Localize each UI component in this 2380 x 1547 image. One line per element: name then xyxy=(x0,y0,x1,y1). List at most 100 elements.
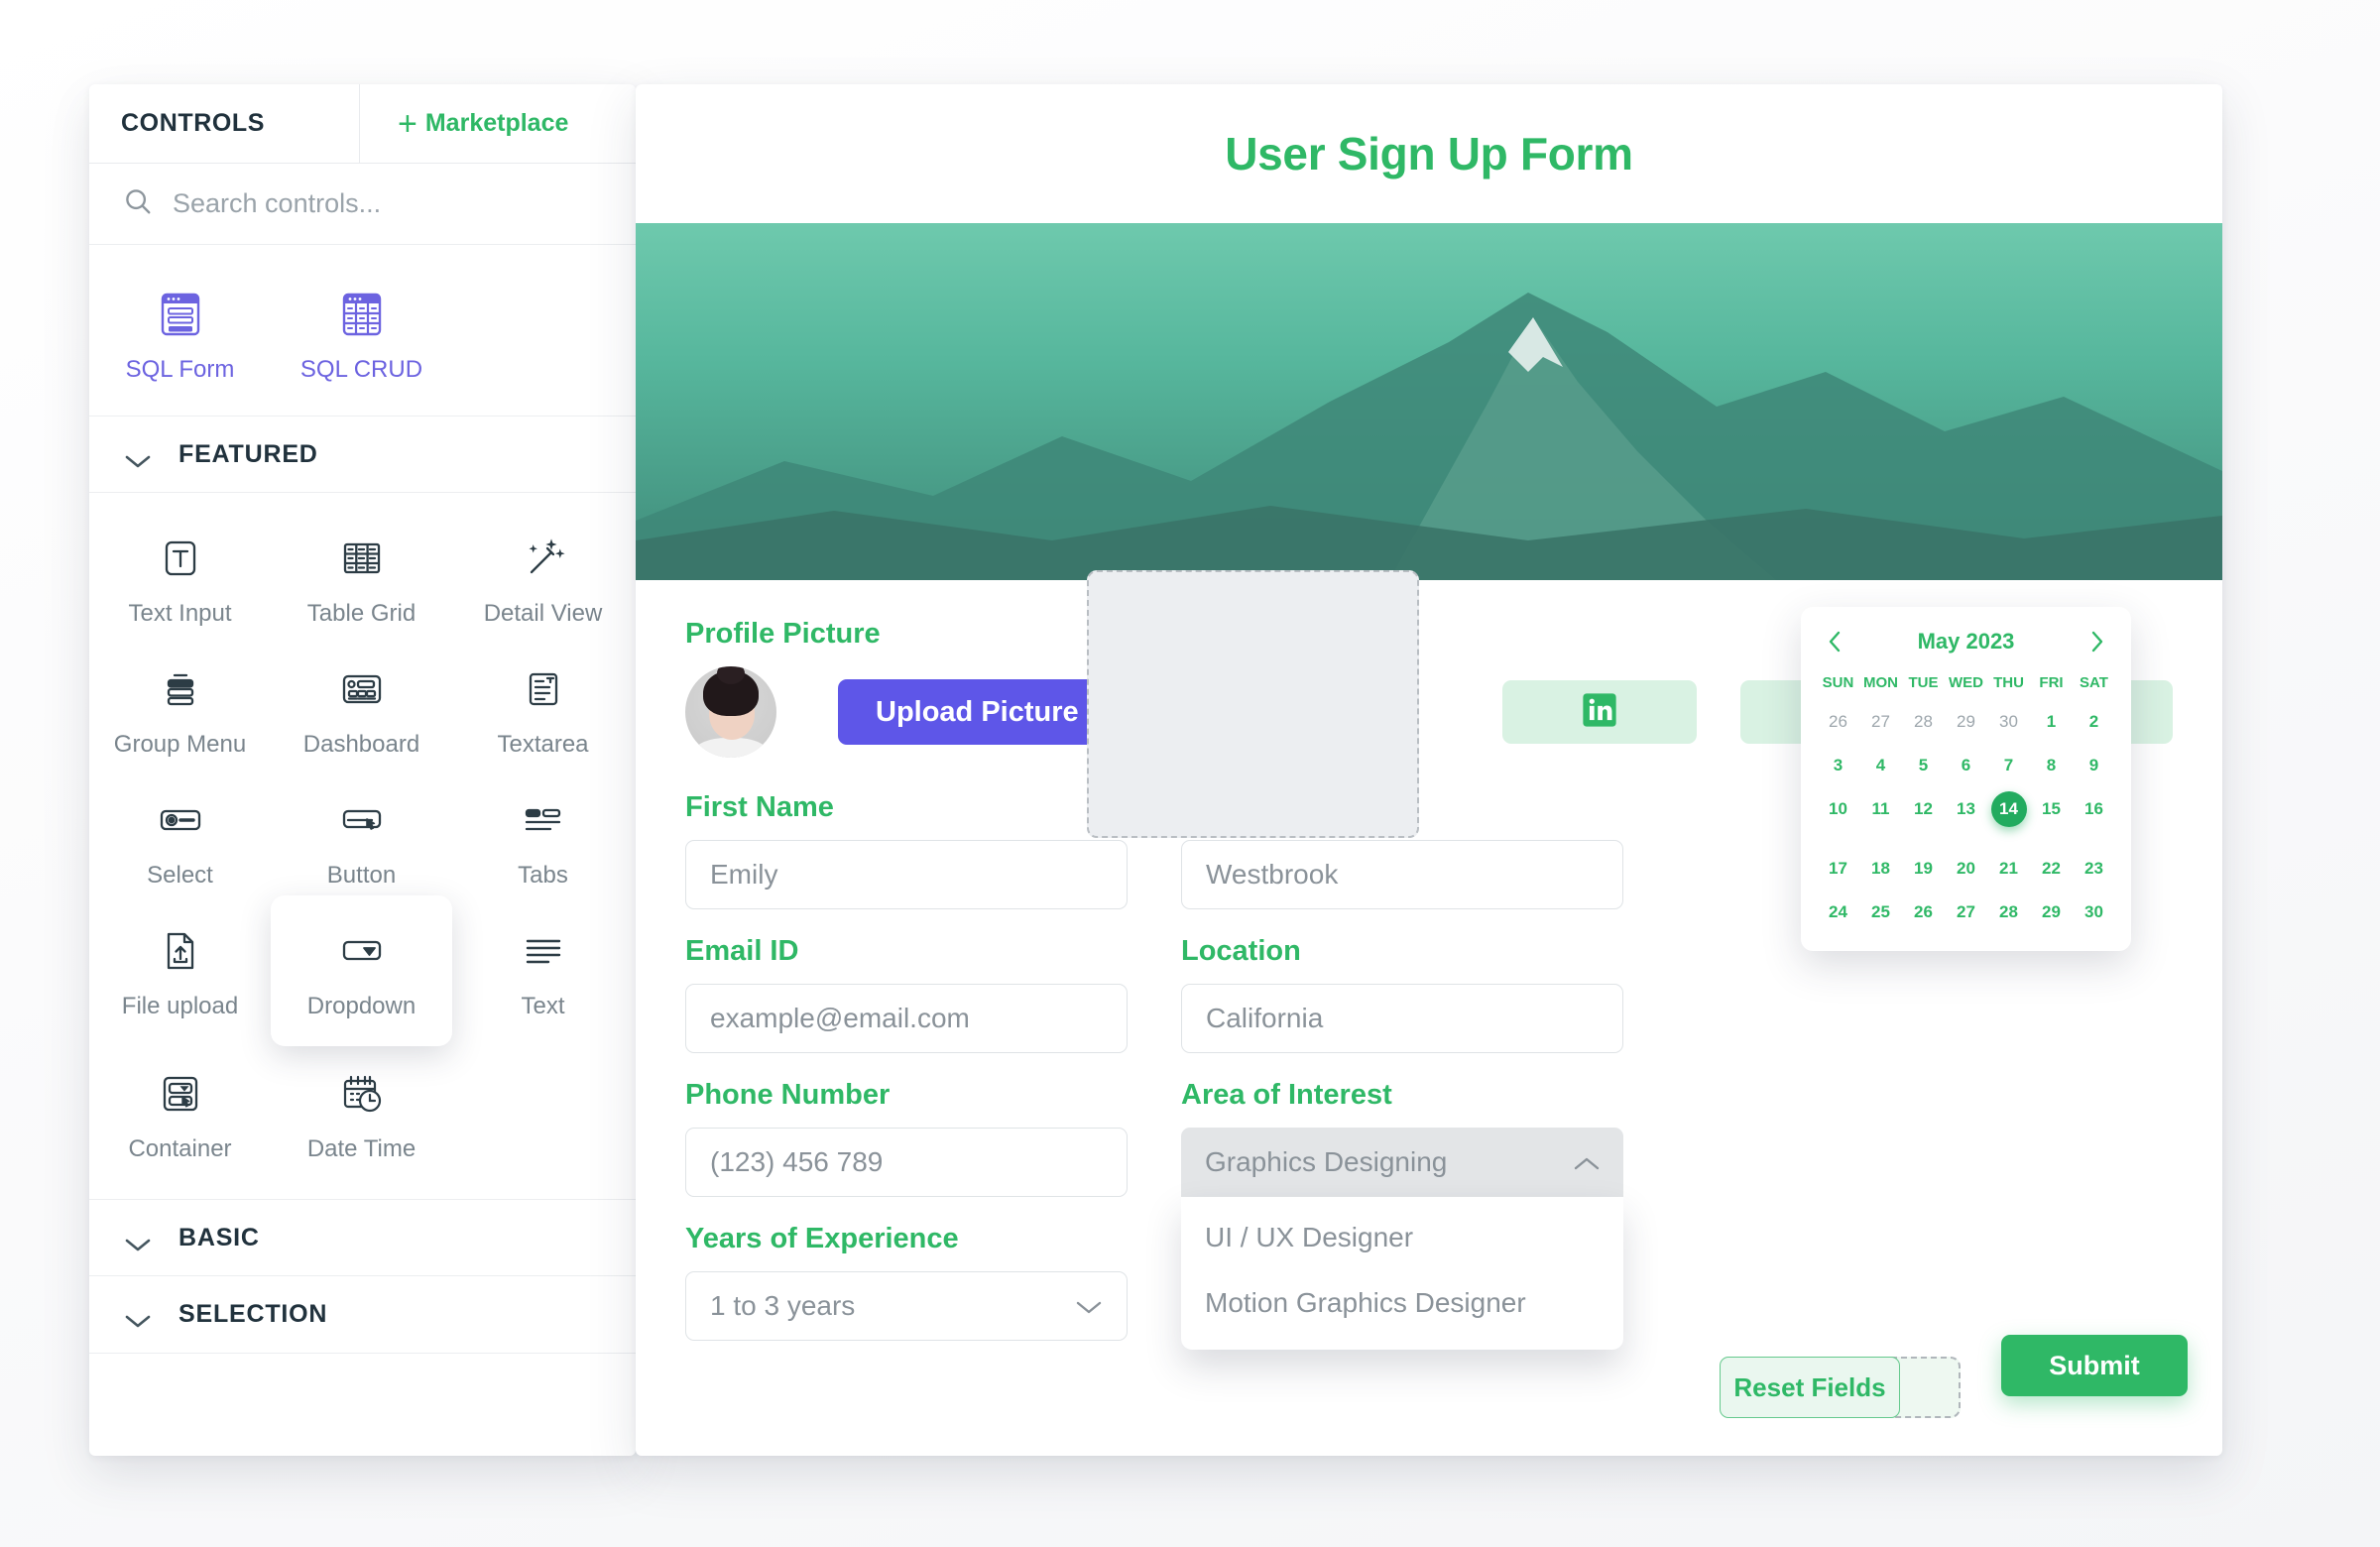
calendar-day[interactable]: 11 xyxy=(1859,790,1902,844)
location-field: Location California xyxy=(1181,935,1623,1053)
select-icon xyxy=(152,794,209,846)
calendar-prev-button[interactable] xyxy=(1827,630,1843,654)
calendar-header: May 2023 xyxy=(1817,625,2115,668)
first-name-input[interactable]: Emily xyxy=(685,840,1128,909)
control-container[interactable]: Container xyxy=(89,1046,271,1177)
option-ui-ux-designer[interactable]: UI / UX Designer xyxy=(1181,1205,1623,1270)
option-motion-graphics-designer[interactable]: Motion Graphics Designer xyxy=(1181,1270,1623,1336)
area-of-interest-field: Area of Interest Graphics Designing UI /… xyxy=(1181,1079,1623,1350)
control-text-input[interactable]: Text Input xyxy=(89,511,271,642)
container-icon xyxy=(152,1068,209,1120)
control-label: Table Grid xyxy=(306,600,416,627)
years-of-experience-value: 1 to 3 years xyxy=(710,1290,856,1321)
calendar-day[interactable]: 2 xyxy=(2073,703,2115,741)
control-label: SQL Form xyxy=(125,356,235,383)
date-picker: May 2023 SUN MON TUE WED THU FRI SAT 26 2… xyxy=(1801,607,2131,951)
last-name-input[interactable]: Westbrook xyxy=(1181,840,1623,909)
calendar-day[interactable]: 18 xyxy=(1859,850,1902,888)
sql-form-icon xyxy=(152,289,209,340)
control-detail-view[interactable]: Detail View xyxy=(452,511,634,642)
control-table-grid[interactable]: Table Grid xyxy=(271,511,452,642)
section-basic[interactable]: BASIC xyxy=(89,1199,636,1276)
control-tabs[interactable]: Tabs xyxy=(452,773,634,903)
control-sql-crud[interactable]: SQL CRUD xyxy=(271,267,452,398)
email-input[interactable]: example@email.com xyxy=(685,984,1128,1053)
calendar-day[interactable]: 7 xyxy=(1987,747,2030,784)
calendar-day[interactable]: 6 xyxy=(1945,747,1987,784)
plus-icon: + xyxy=(398,104,417,143)
calendar-day[interactable]: 22 xyxy=(2030,850,2073,888)
calendar-day[interactable]: 24 xyxy=(1817,893,1859,931)
control-date-time[interactable]: Date Time xyxy=(271,1046,452,1177)
tab-controls[interactable]: CONTROLS xyxy=(89,84,359,163)
calendar-day[interactable]: 4 xyxy=(1859,747,1902,784)
reset-fields-button[interactable]: Reset Fields xyxy=(1720,1357,1900,1418)
calendar-day[interactable]: 26 xyxy=(1902,893,1945,931)
calendar-day[interactable]: 5 xyxy=(1902,747,1945,784)
search-input[interactable] xyxy=(173,188,602,219)
control-file-upload[interactable]: File upload xyxy=(89,903,271,1046)
calendar-day[interactable]: 10 xyxy=(1817,790,1859,844)
textarea-icon xyxy=(515,663,572,715)
linkedin-button[interactable] xyxy=(1502,680,1697,744)
calendar-day[interactable]: 3 xyxy=(1817,747,1859,784)
calendar-day[interactable]: 30 xyxy=(1987,703,2030,741)
control-label: Container xyxy=(128,1135,232,1162)
calendar-day[interactable]: 14 xyxy=(1987,790,2030,844)
control-textarea[interactable]: Textarea xyxy=(452,642,634,773)
control-group-menu[interactable]: Group Menu xyxy=(89,642,271,773)
section-selection[interactable]: SELECTION xyxy=(89,1276,636,1354)
calendar-day[interactable]: 28 xyxy=(1987,893,2030,931)
area-of-interest-label: Area of Interest xyxy=(1181,1079,1392,1111)
control-select[interactable]: Select xyxy=(89,773,271,903)
calendar-day[interactable]: 16 xyxy=(2073,790,2115,844)
date-time-icon xyxy=(333,1068,391,1120)
calendar-day[interactable]: 17 xyxy=(1817,850,1859,888)
search-bar xyxy=(89,164,636,245)
chevron-down-icon xyxy=(125,447,151,467)
calendar-day[interactable]: 25 xyxy=(1859,893,1902,931)
panel-tabs: CONTROLS + Marketplace xyxy=(89,84,636,164)
upload-picture-button[interactable]: Upload Picture xyxy=(838,679,1117,745)
calendar-day[interactable]: 9 xyxy=(2073,747,2115,784)
calendar-day[interactable]: 26 xyxy=(1817,703,1859,741)
control-sql-form[interactable]: SQL Form xyxy=(89,267,271,398)
calendar-day[interactable]: 21 xyxy=(1987,850,2030,888)
location-input[interactable]: California xyxy=(1181,984,1623,1053)
section-featured[interactable]: FEATURED xyxy=(89,416,636,493)
control-label: Dashboard xyxy=(302,731,420,758)
calendar-day[interactable]: 12 xyxy=(1902,790,1945,844)
sql-controls-grid: SQL Form SQL CRUD xyxy=(89,245,636,416)
calendar-day[interactable]: 27 xyxy=(1859,703,1902,741)
calendar-day[interactable]: 20 xyxy=(1945,850,1987,888)
control-text[interactable]: Text xyxy=(452,903,634,1046)
control-dropdown[interactable]: Dropdown xyxy=(271,895,452,1046)
app-root: CONTROLS + Marketplace Search controls..… xyxy=(0,0,2380,1547)
years-of-experience-select[interactable]: 1 to 3 years xyxy=(685,1271,1128,1341)
tabs-icon xyxy=(515,794,572,846)
dropdown-icon xyxy=(333,925,391,977)
chevron-down-icon xyxy=(1075,1290,1103,1322)
calendar-day[interactable]: 29 xyxy=(2030,893,2073,931)
calendar-day[interactable]: 8 xyxy=(2030,747,2073,784)
calendar-day[interactable]: 19 xyxy=(1902,850,1945,888)
text-icon xyxy=(515,925,572,977)
calendar-day[interactable]: 29 xyxy=(1945,703,1987,741)
drop-placeholder-right[interactable] xyxy=(1087,570,1419,838)
control-dashboard[interactable]: Dashboard xyxy=(271,642,452,773)
calendar-day[interactable]: 28 xyxy=(1902,703,1945,741)
submit-button[interactable]: Submit xyxy=(2001,1335,2188,1396)
phone-input[interactable]: (123) 456 789 xyxy=(685,1128,1128,1197)
calendar-day[interactable]: 15 xyxy=(2030,790,2073,844)
tab-marketplace[interactable]: + Marketplace xyxy=(359,84,636,163)
calendar-day[interactable]: 27 xyxy=(1945,893,1987,931)
calendar-day[interactable]: 23 xyxy=(2073,850,2115,888)
control-button[interactable]: Button xyxy=(271,773,452,903)
calendar-day[interactable]: 1 xyxy=(2030,703,2073,741)
calendar-day[interactable]: 30 xyxy=(2073,893,2115,931)
detail-view-icon xyxy=(515,533,572,584)
weekday-label: THU xyxy=(1993,674,2024,691)
area-of-interest-select[interactable]: Graphics Designing xyxy=(1181,1128,1623,1197)
calendar-day[interactable]: 13 xyxy=(1945,790,1987,844)
calendar-next-button[interactable] xyxy=(2089,630,2105,654)
